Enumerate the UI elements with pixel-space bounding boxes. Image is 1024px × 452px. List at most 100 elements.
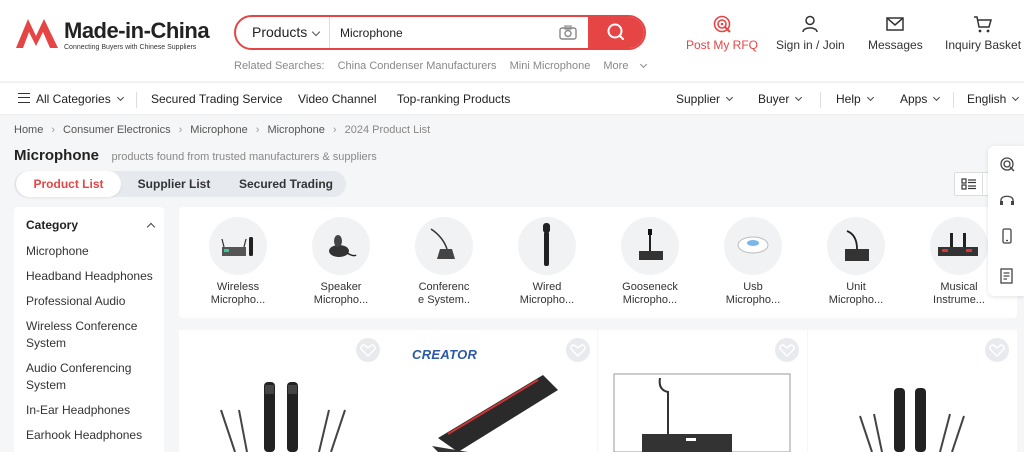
- category-item[interactable]: Wireless Conference System: [26, 318, 156, 352]
- category-thumb: [209, 217, 267, 275]
- heart-icon: [360, 344, 376, 358]
- product-card[interactable]: [179, 330, 388, 452]
- search-category-label: Products: [252, 24, 308, 40]
- breadcrumb-consumer-electronics[interactable]: Consumer Electronics: [63, 124, 171, 136]
- nav-apps-menu[interactable]: Apps: [900, 83, 941, 116]
- mail-icon: [886, 17, 905, 31]
- product-card[interactable]: [808, 330, 1017, 452]
- nav-buyer-label: Buyer: [758, 92, 790, 106]
- category-card-wired[interactable]: Wired Micropho...: [504, 217, 590, 307]
- speaker-mic-icon: [329, 235, 357, 257]
- favorite-button[interactable]: [566, 338, 590, 362]
- messages-button[interactable]: Messages: [868, 14, 923, 52]
- breadcrumb-separator: ›: [51, 124, 56, 136]
- category-card-unit[interactable]: Unit Micropho...: [813, 217, 899, 307]
- tab-product-list[interactable]: Product List: [16, 171, 121, 197]
- nav-supplier-menu[interactable]: Supplier: [676, 83, 734, 116]
- category-label-line: Usb: [743, 281, 763, 293]
- nav-buyer-menu[interactable]: Buyer: [758, 83, 803, 116]
- category-item[interactable]: Microphone: [26, 243, 156, 260]
- related-search-link[interactable]: Mini Microphone: [510, 60, 591, 72]
- chevron-up-icon[interactable]: [146, 222, 156, 232]
- tab-secured-trading[interactable]: Secured Trading: [228, 171, 344, 197]
- category-card-speaker[interactable]: Speaker Micropho...: [298, 217, 384, 307]
- signin-button[interactable]: Sign in / Join: [776, 14, 845, 52]
- wired-mic-icon: [543, 223, 550, 266]
- heart-icon: [779, 344, 795, 358]
- related-search-link[interactable]: China Condenser Manufacturers: [338, 60, 497, 72]
- chevron-down-icon: [116, 93, 124, 102]
- nav-help-menu[interactable]: Help: [836, 83, 874, 116]
- search-button[interactable]: [588, 17, 644, 48]
- nav-secured-trading[interactable]: Secured Trading Service: [151, 83, 282, 116]
- inquiry-basket-button[interactable]: Inquiry Basket: [945, 14, 1021, 52]
- favorite-button[interactable]: [985, 338, 1009, 362]
- title-row: Microphone products found from trusted m…: [14, 147, 377, 165]
- floating-toolbar: [988, 146, 1024, 296]
- search-icon: [607, 23, 624, 40]
- product-card[interactable]: [598, 330, 807, 452]
- category-item[interactable]: Earhook Headphones: [26, 427, 156, 444]
- site-header: Made-in-China Connecting Buyers with Chi…: [0, 0, 1024, 81]
- unit-mic-icon: [845, 230, 869, 261]
- nav-video-channel[interactable]: Video Channel: [298, 83, 377, 116]
- breadcrumb: Home › Consumer Electronics › Microphone › Mic…: [14, 124, 430, 136]
- nav-language-menu[interactable]: English: [967, 83, 1020, 116]
- signin-label: Sign in / Join: [776, 38, 845, 52]
- chevron-down-icon: [311, 27, 321, 37]
- related-searches: Related Searches: China Condenser Manufa…: [234, 60, 666, 72]
- category-card-gooseneck[interactable]: Gooseneck Micropho...: [607, 217, 693, 307]
- nav-top-ranking[interactable]: Top-ranking Products: [397, 83, 510, 116]
- category-card-wireless[interactable]: Wireless Micropho...: [195, 217, 281, 307]
- page-title: Microphone: [14, 147, 99, 164]
- product-card[interactable]: CREATOR: [388, 330, 597, 452]
- related-searches-label: Related Searches:: [234, 60, 325, 72]
- related-more-label: More: [603, 60, 629, 72]
- category-label-line: Micropho...: [725, 294, 781, 306]
- rfq-target-icon[interactable]: [999, 156, 1015, 172]
- category-card-conference[interactable]: Conferenc e System..: [401, 217, 487, 307]
- mobile-icon[interactable]: [999, 228, 1015, 244]
- category-item[interactable]: Professional Audio: [26, 293, 156, 310]
- related-more-button[interactable]: More: [603, 60, 656, 72]
- headset-icon[interactable]: [999, 192, 1015, 208]
- site-logo[interactable]: Made-in-China Connecting Buyers with Chi…: [14, 16, 210, 56]
- category-label: Wired Micropho...: [504, 281, 590, 307]
- favorite-button[interactable]: [775, 338, 799, 362]
- all-categories-menu[interactable]: All Categories: [18, 83, 124, 116]
- category-label: Unit Micropho...: [813, 281, 899, 307]
- chevron-down-icon: [640, 60, 648, 69]
- category-thumb: [724, 217, 782, 275]
- tab-supplier-list[interactable]: Supplier List: [124, 171, 224, 197]
- category-label-line: Micropho...: [313, 294, 369, 306]
- breadcrumb-microphone[interactable]: Microphone: [190, 124, 247, 136]
- breadcrumb-separator: ›: [255, 124, 260, 136]
- post-rfq-button[interactable]: Post My RFQ: [686, 14, 758, 52]
- category-label-line: e System..: [418, 294, 470, 306]
- nav-divider: [820, 92, 821, 108]
- breadcrumb-microphone-sub[interactable]: Microphone: [267, 124, 324, 136]
- gooseneck-mic-icon: [639, 229, 663, 260]
- category-thumb: [415, 217, 473, 275]
- chevron-down-icon: [1012, 93, 1020, 102]
- category-item[interactable]: In-Ear Headphones: [26, 402, 156, 419]
- breadcrumb-separator: ›: [178, 124, 183, 136]
- list-view-icon: [961, 178, 976, 190]
- rfq-target-icon: [713, 15, 731, 33]
- category-sidebar: Category Microphone Headband Headphones …: [14, 207, 164, 452]
- breadcrumb-home[interactable]: Home: [14, 124, 43, 136]
- category-item[interactable]: Audio Conferencing System: [26, 360, 156, 394]
- category-label-line: Conferenc: [418, 281, 470, 293]
- search-input[interactable]: [340, 17, 555, 48]
- search-category-select[interactable]: Products: [236, 17, 330, 48]
- list-view-button[interactable]: [955, 173, 983, 195]
- category-item[interactable]: Headband Headphones: [26, 268, 156, 285]
- camera-icon[interactable]: [559, 25, 577, 40]
- favorite-button[interactable]: [356, 338, 380, 362]
- category-label-line: Wired: [532, 281, 562, 293]
- feedback-icon[interactable]: [999, 268, 1015, 284]
- breadcrumb-current: 2024 Product List: [344, 124, 431, 136]
- category-card-usb[interactable]: Usb Micropho...: [710, 217, 796, 307]
- nav-supplier-label: Supplier: [676, 92, 721, 106]
- conference-mic-icon: [430, 228, 455, 259]
